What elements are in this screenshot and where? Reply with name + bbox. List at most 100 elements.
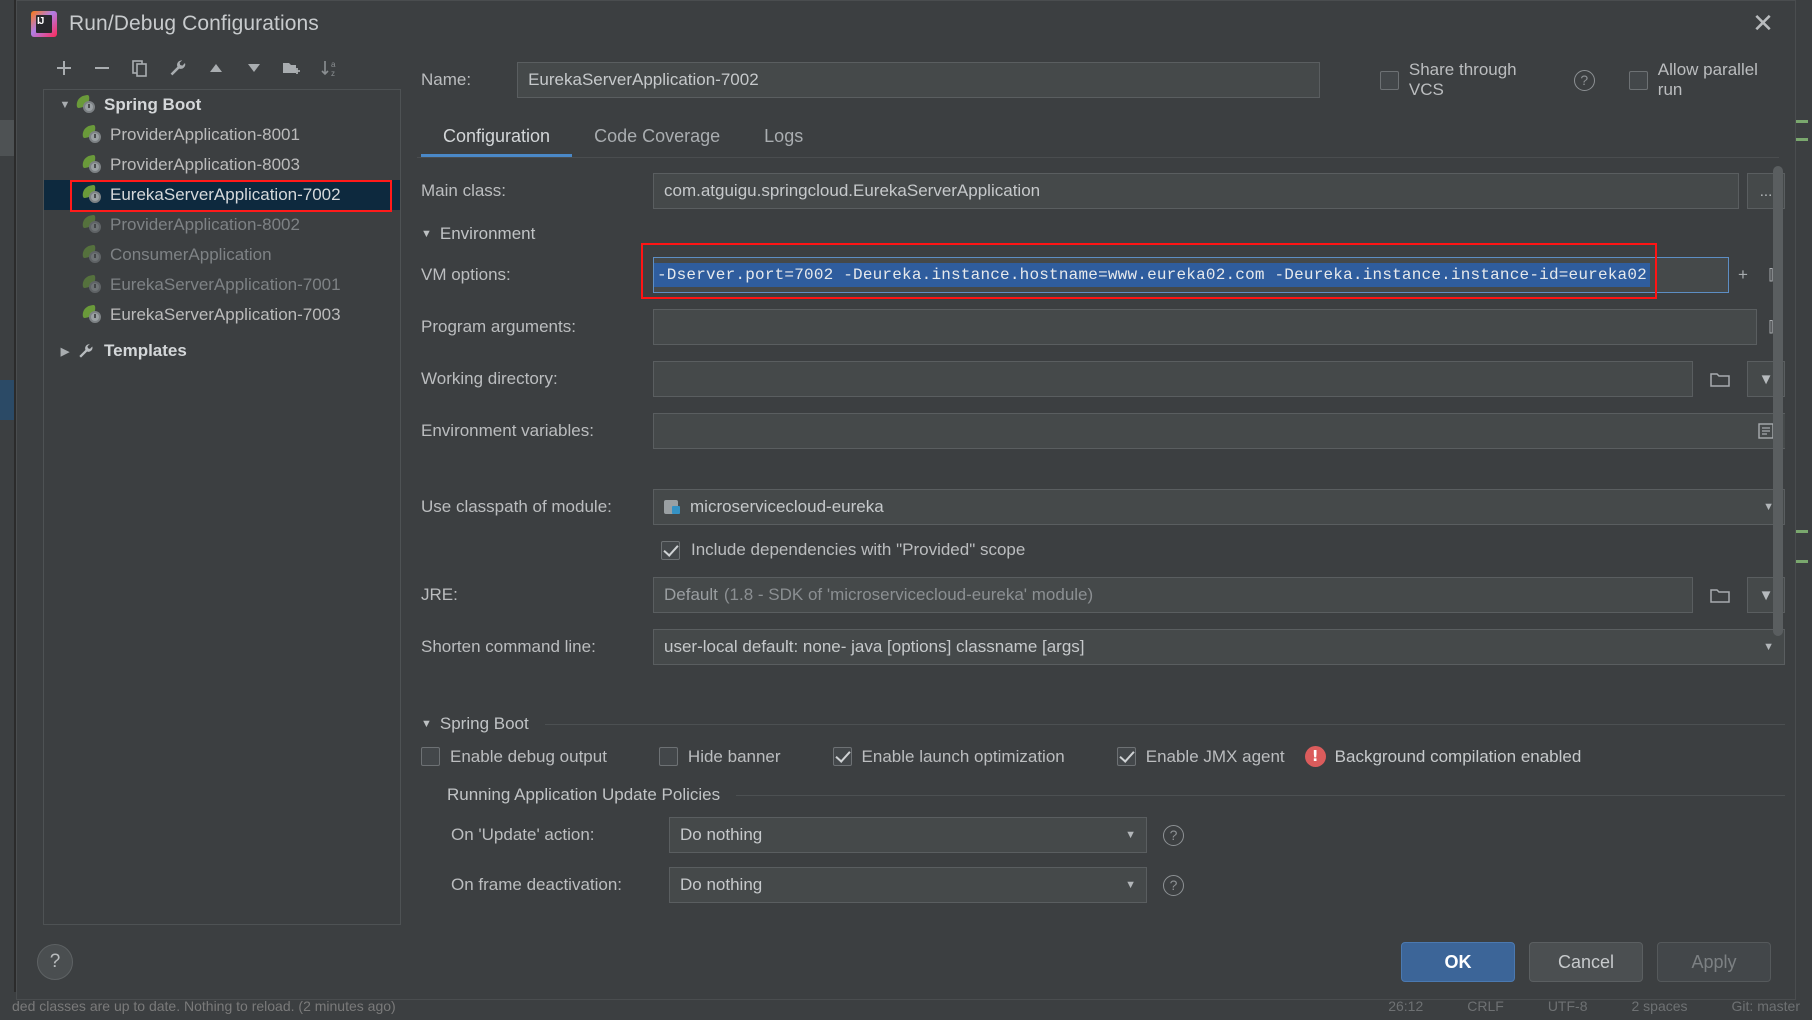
- allow-parallel-run-label: Allow parallel run: [1657, 60, 1758, 99]
- configuration-form: Main class: com.atguigu.springcloud.Eure…: [417, 158, 1785, 925]
- ide-status-git-branch[interactable]: Git: master: [1732, 998, 1800, 1014]
- spring-boot-icon: [81, 124, 106, 145]
- environment-variables-input[interactable]: [653, 413, 1785, 449]
- on-update-action-help-icon[interactable]: ?: [1163, 824, 1184, 846]
- on-update-action-dropdown[interactable]: Do nothing ▼: [669, 817, 1147, 853]
- enable-debug-output-checkbox[interactable]: Enable debug output: [421, 747, 607, 767]
- working-directory-browse-icon[interactable]: [1701, 361, 1739, 397]
- tree-group-label: Templates: [104, 341, 187, 360]
- tree-item-provider-8002[interactable]: ProviderApplication-8002: [44, 210, 400, 240]
- jre-browse-icon[interactable]: [1701, 577, 1739, 613]
- environment-section-label: Environment: [439, 224, 536, 243]
- ide-scroll-markers: [1796, 120, 1808, 760]
- checkbox-box[interactable]: [421, 747, 440, 766]
- tree-item-provider-8003[interactable]: ProviderApplication-8003: [44, 150, 400, 180]
- cancel-button[interactable]: Cancel: [1529, 942, 1643, 982]
- tree-item-label: EurekaServerApplication-7003: [110, 305, 341, 324]
- ide-status-message: ded classes are up to date. Nothing to r…: [12, 998, 396, 1014]
- chevron-down-icon[interactable]: ▼: [1753, 641, 1774, 653]
- name-input[interactable]: EurekaServerApplication-7002: [517, 62, 1320, 98]
- checkbox-box[interactable]: [1379, 70, 1399, 90]
- checkbox-label: Enable launch optimization: [861, 746, 1065, 766]
- configurations-pane: a z ▼ Spring Boot ProviderApplication-80…: [17, 47, 417, 925]
- tree-item-label: ProviderApplication-8001: [110, 125, 300, 144]
- spring-boot-icon: [81, 304, 106, 325]
- tree-item-eureka-7003[interactable]: EurekaServerApplication-7003: [44, 300, 400, 330]
- configuration-editor-pane: Name: EurekaServerApplication-7002 Share…: [417, 47, 1795, 925]
- chevron-down-icon[interactable]: ▼: [54, 99, 76, 111]
- error-icon: !: [1304, 746, 1326, 767]
- move-up-button[interactable]: [197, 51, 235, 85]
- configurations-tree[interactable]: ▼ Spring Boot ProviderApplication-8001 P…: [43, 89, 401, 925]
- include-provided-row: Include dependencies with "Provided" sco…: [421, 540, 1785, 560]
- spring-boot-icon: [81, 184, 106, 205]
- help-icon[interactable]: ?: [37, 944, 73, 980]
- add-configuration-button[interactable]: [45, 51, 83, 85]
- chevron-down-icon[interactable]: ▼: [1125, 879, 1136, 891]
- classpath-module-dropdown[interactable]: microservicecloud-eureka ▼: [653, 489, 1785, 525]
- environment-section-header[interactable]: ▼ Environment: [421, 224, 1785, 244]
- chevron-down-icon[interactable]: ▼: [1125, 829, 1136, 841]
- tree-group-templates[interactable]: ▶ Templates: [44, 336, 400, 366]
- form-scrollbar-thumb[interactable]: [1773, 166, 1783, 636]
- chevron-right-icon[interactable]: ▶: [54, 345, 76, 358]
- on-frame-deactivation-dropdown[interactable]: Do nothing ▼: [669, 867, 1147, 903]
- ide-status-indent[interactable]: 2 spaces: [1631, 998, 1687, 1014]
- on-frame-deactivation-value: Do nothing: [680, 875, 763, 894]
- checkbox-box[interactable]: [1628, 70, 1648, 90]
- dialog-footer: ? OK Cancel Apply: [17, 925, 1795, 999]
- enable-launch-optimization-checkbox[interactable]: Enable launch optimization: [832, 746, 1065, 767]
- vm-options-input[interactable]: -Dserver.port=7002 -Deureka.instance.hos…: [653, 257, 1729, 293]
- tab-label: Code Coverage: [594, 125, 721, 146]
- main-class-input[interactable]: com.atguigu.springcloud.EurekaServerAppl…: [653, 173, 1739, 209]
- shorten-command-line-dropdown[interactable]: user-local default: none - java [options…: [653, 629, 1785, 665]
- ok-button[interactable]: OK: [1401, 942, 1515, 982]
- allow-parallel-run-checkbox[interactable]: Allow parallel run: [1628, 60, 1785, 100]
- move-down-button[interactable]: [235, 51, 273, 85]
- sort-alphabetical-icon[interactable]: a z: [311, 51, 349, 85]
- ide-status-line-separator[interactable]: CRLF: [1467, 998, 1504, 1014]
- ide-status-caret-position[interactable]: 26:12: [1388, 998, 1423, 1014]
- apply-button-label: Apply: [1691, 951, 1737, 972]
- classpath-module-label: Use classpath of module:: [421, 497, 612, 516]
- checkbox-label: Enable debug output: [450, 746, 607, 766]
- program-arguments-input[interactable]: [653, 309, 1757, 345]
- edit-templates-wrench-icon[interactable]: [159, 51, 197, 85]
- tab-configuration[interactable]: Configuration: [421, 115, 573, 157]
- editor-tabs: Configuration Code Coverage Logs: [417, 113, 1785, 157]
- tree-item-eureka-7001[interactable]: EurekaServerApplication-7001: [44, 270, 400, 300]
- remove-configuration-button[interactable]: [83, 51, 121, 85]
- jre-row: JRE: Default (1.8 - SDK of 'microservice…: [421, 576, 1785, 614]
- enable-jmx-agent-checkbox[interactable]: Enable JMX agent: [1116, 747, 1285, 767]
- new-folder-button[interactable]: [273, 51, 311, 85]
- tree-item-eureka-7002[interactable]: EurekaServerApplication-7002: [44, 180, 400, 210]
- include-provided-label: Include dependencies with "Provided" sco…: [691, 540, 1026, 559]
- tree-item-consumer-application[interactable]: ConsumerApplication: [44, 240, 400, 270]
- vm-options-macro-button[interactable]: +: [1729, 258, 1757, 292]
- include-provided-checkbox[interactable]: [661, 540, 680, 560]
- tree-item-provider-8001[interactable]: ProviderApplication-8001: [44, 120, 400, 150]
- tree-group-spring-boot[interactable]: ▼ Spring Boot: [44, 90, 400, 120]
- checkbox-box[interactable]: [832, 747, 852, 766]
- chevron-down-icon[interactable]: ▼: [1753, 501, 1774, 513]
- scroll-marker: [1796, 120, 1808, 123]
- tab-code-coverage[interactable]: Code Coverage: [572, 115, 742, 157]
- checkbox-box[interactable]: [658, 747, 678, 766]
- share-vcs-help-icon[interactable]: ?: [1573, 69, 1595, 91]
- environment-variables-label: Environment variables:: [421, 421, 594, 440]
- spring-boot-icon: [81, 154, 106, 175]
- share-through-vcs-checkbox[interactable]: Share through VCS: [1379, 60, 1554, 100]
- tab-logs[interactable]: Logs: [742, 115, 825, 157]
- jre-input[interactable]: Default (1.8 - SDK of 'microservicecloud…: [653, 577, 1693, 613]
- hide-banner-checkbox[interactable]: Hide banner: [658, 747, 781, 767]
- close-icon[interactable]: ✕: [1747, 9, 1779, 41]
- form-scrollbar[interactable]: [1773, 166, 1783, 866]
- chevron-down-icon[interactable]: ▼: [421, 718, 432, 730]
- checkbox-box[interactable]: [1116, 747, 1136, 766]
- spring-boot-section-header[interactable]: ▼ Spring Boot: [421, 714, 1785, 734]
- ide-status-encoding[interactable]: UTF-8: [1548, 998, 1588, 1014]
- working-directory-input[interactable]: [653, 361, 1693, 397]
- chevron-down-icon[interactable]: ▼: [421, 228, 432, 240]
- on-frame-deactivation-help-icon[interactable]: ?: [1163, 874, 1184, 896]
- copy-configuration-button[interactable]: [121, 51, 159, 85]
